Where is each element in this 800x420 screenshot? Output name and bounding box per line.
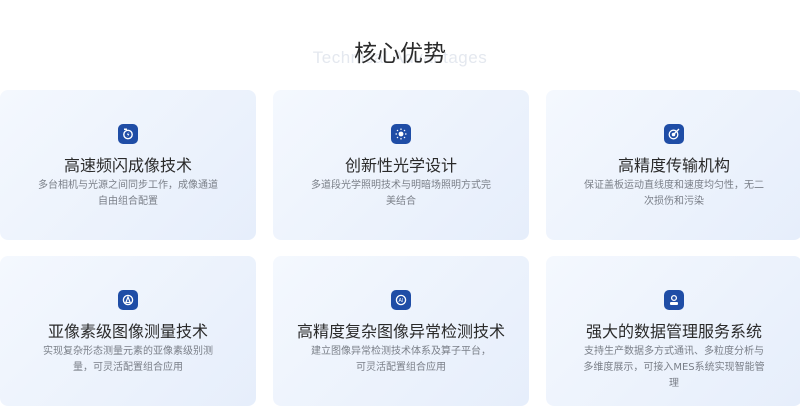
card-description: 实现复杂形态测量元素的亚像素级别测量，可灵活配置组合应用	[43, 346, 213, 373]
card-anomaly-detection: AI 高精度复杂图像异常检测技术 建立图像异常检测技术体系及算子平台，可灵活配置…	[273, 256, 529, 406]
measure-icon	[118, 290, 138, 310]
light-bulb-icon	[391, 124, 411, 144]
section-heading: Technical Advantages 核心优势	[0, 30, 800, 80]
card-data-management: 强大的数据管理服务系统 支持生产数据多方式通讯、多粒度分析与多维度展示，可接入M…	[546, 256, 800, 406]
svg-text:AI: AI	[399, 298, 404, 304]
target-icon	[664, 124, 684, 144]
card-title: 高精度传输机构	[617, 156, 730, 175]
card-high-speed-imaging: 高速频闪成像技术 多台相机与光源之间同步工作，成像通道自由组合配置	[0, 90, 256, 240]
card-transmission: 高精度传输机构 保证盖板运动直线度和速度均匀性，无二次损伤和污染	[546, 90, 800, 240]
card-description: 多道段光学照明技术与明暗场照明方式完美结合	[311, 180, 491, 207]
card-description: 保证盖板运动直线度和速度均匀性，无二次损伤和污染	[584, 180, 764, 207]
card-title: 创新性光学设计	[344, 156, 457, 175]
ai-detect-icon: AI	[391, 290, 411, 310]
card-title: 亚像素级图像测量技术	[47, 322, 208, 341]
card-title: 高速频闪成像技术	[63, 156, 192, 175]
section-title: 核心优势	[354, 41, 446, 67]
lightning-camera-icon	[118, 124, 138, 144]
card-description: 建立图像异常检测技术体系及算子平台，可灵活配置组合应用	[311, 346, 491, 373]
card-title: 高精度复杂图像异常检测技术	[296, 322, 505, 341]
card-subpixel-measurement: 亚像素级图像测量技术 实现复杂形态测量元素的亚像素级别测量，可灵活配置组合应用	[0, 256, 256, 406]
data-management-icon	[664, 290, 684, 310]
card-description: 支持生产数据多方式通讯、多粒度分析与多维度展示，可接入MES系统实现智能管理	[583, 346, 765, 389]
card-title: 强大的数据管理服务系统	[585, 322, 762, 341]
card-optical-design: 创新性光学设计 多道段光学照明技术与明暗场照明方式完美结合	[273, 90, 529, 240]
card-description: 多台相机与光源之间同步工作，成像通道自由组合配置	[38, 180, 218, 207]
